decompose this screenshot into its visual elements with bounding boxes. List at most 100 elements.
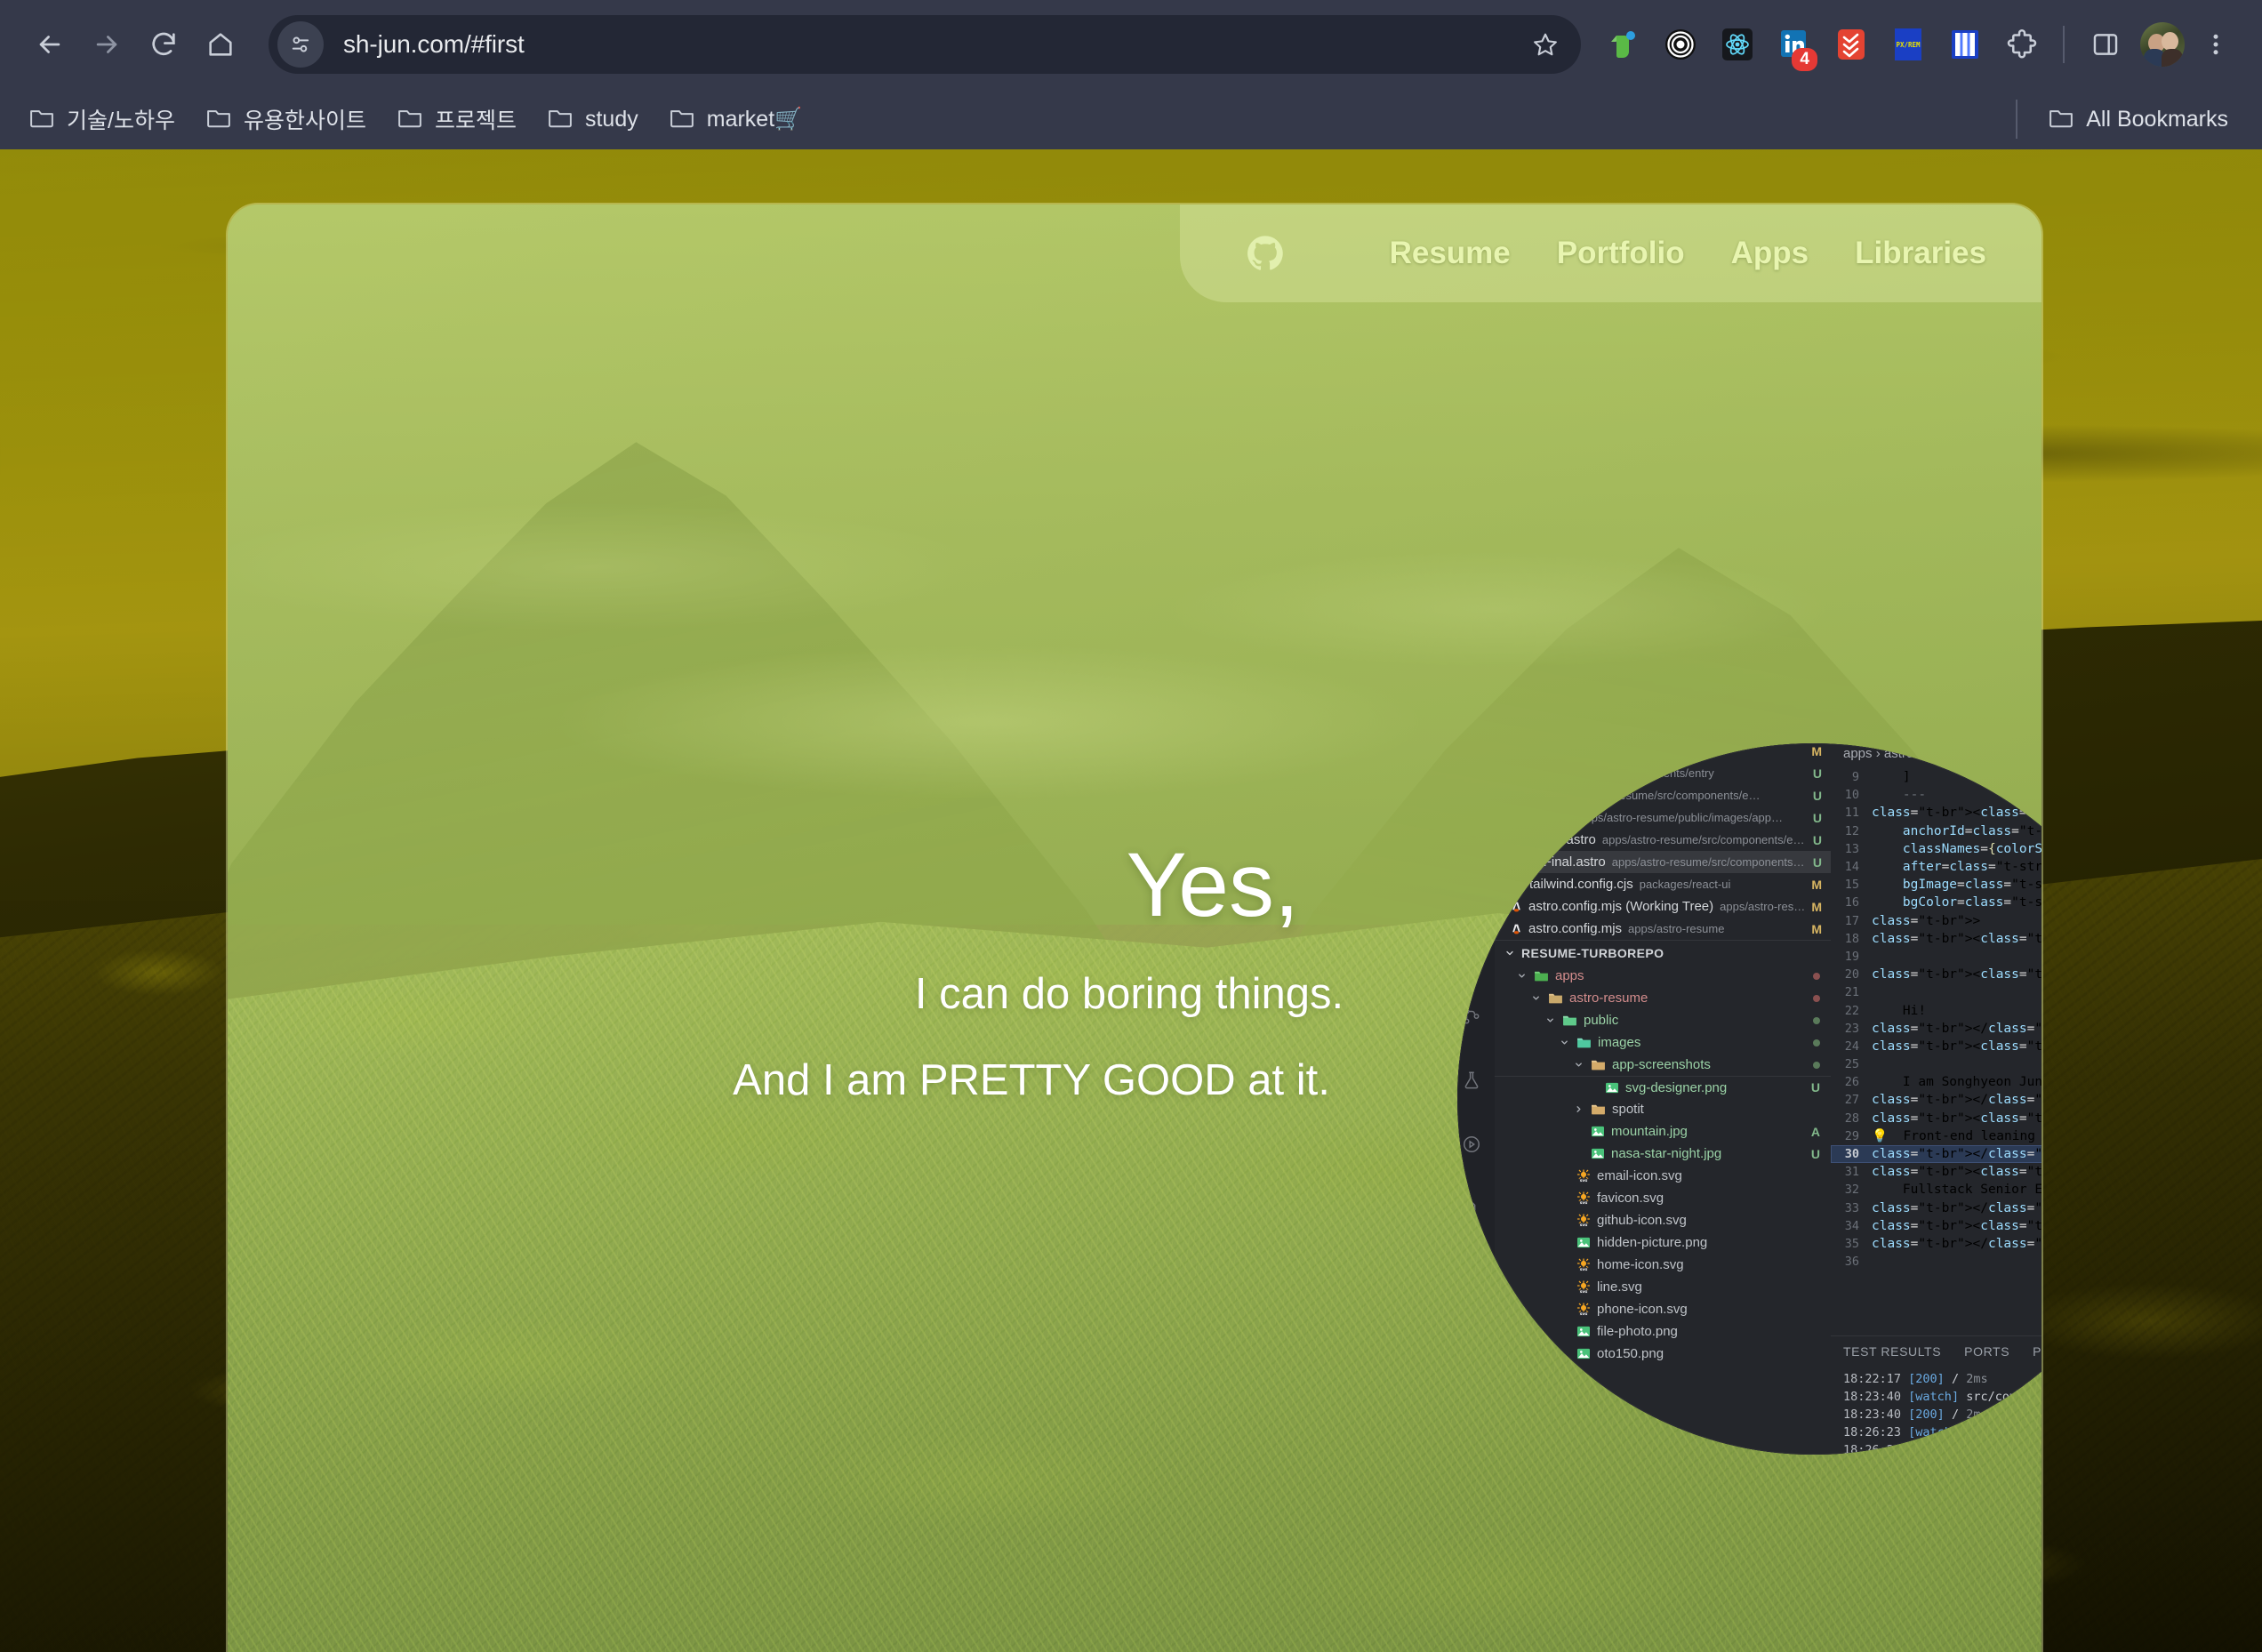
bookmark-item[interactable]: study [534, 100, 651, 140]
vscode-scm-row[interactable]: astro.config.mjs apps/astro-resume M [1495, 918, 1831, 940]
vscode-line-text: class="t-br"></class="t-tag">spanclass="… [1872, 1147, 2041, 1162]
vscode-panel-tab[interactable]: TEST RESULTS [1843, 1344, 1941, 1359]
svg-file-icon: SVG [1576, 1279, 1591, 1295]
vscode-tree-row[interactable]: SVG home-icon.svg [1495, 1254, 1831, 1276]
chevron-down-icon[interactable] [1573, 1060, 1584, 1070]
browser-chrome: sh-jun.com/#first 4 PX/REM 기술/노하우 유용한사이트… [0, 0, 2262, 149]
vscode-tree-status-badge: U [1810, 1146, 1820, 1161]
forward-arrow-icon[interactable] [78, 16, 135, 73]
all-bookmarks-button[interactable]: All Bookmarks [2035, 100, 2241, 140]
vscode-terminal-output: 18:22:17 [200] / 2ms 18:23:40 [watch] src… [1831, 1367, 2041, 1455]
home-icon[interactable] [192, 16, 249, 73]
address-bar[interactable]: sh-jun.com/#first [269, 15, 1581, 74]
reload-icon[interactable] [135, 16, 192, 73]
vscode-code-area[interactable]: 9 ]10 ---11class="t-br"><class="t-tag">C… [1831, 766, 2041, 1335]
vscode-code-line: 32 Fullstack Senior Engineer [1831, 1181, 2041, 1199]
vscode-tree-row[interactable]: SVG line.svg [1495, 1276, 1831, 1298]
side-panel-icon[interactable] [2077, 16, 2134, 73]
folder-icon [1534, 969, 1549, 982]
vscode-scm-status-badge: U [1812, 854, 1822, 870]
vscode-scm-row[interactable]: ps/astro-resume/src/components/entry U [1495, 762, 1831, 784]
vscode-tree-row[interactable]: app-screenshots [1495, 1054, 1831, 1076]
vscode-tree-row[interactable]: SVG favicon.svg [1495, 1187, 1831, 1209]
vscode-tree-label: email-icon.svg [1597, 1168, 1682, 1183]
px-rem-extension-icon[interactable]: PX/REM [1880, 16, 1937, 73]
vscode-tree-row[interactable]: SVG email-icon.svg [1495, 1165, 1831, 1187]
chevron-right-icon[interactable] [1573, 1104, 1584, 1114]
vscode-line-text: class="t-br"><class="t-tag">Nav slot=cla… [1872, 931, 2041, 946]
vscode-tree-row[interactable]: spotit [1495, 1098, 1831, 1120]
vscode-repo-header[interactable]: RESUME-TURBOREPO [1495, 940, 1831, 965]
vscode-panel-tab[interactable]: PORTS [1964, 1344, 2009, 1359]
site-settings-icon[interactable] [277, 21, 324, 68]
url-text[interactable]: sh-jun.com/#first [343, 30, 1522, 59]
vscode-tree-row[interactable]: mountain.jpg A [1495, 1120, 1831, 1143]
vscode-panel-tab[interactable]: PROBLEMS2 [2033, 1343, 2041, 1360]
back-arrow-icon[interactable] [21, 16, 78, 73]
vscode-tree-row[interactable]: SVG github-icon.svg [1495, 1209, 1831, 1231]
bookmark-item[interactable]: 기술/노하우 [16, 97, 188, 141]
vscode-tree-row[interactable]: SVG phone-icon.svg [1495, 1298, 1831, 1320]
vscode-line-number: 31 [1844, 1165, 1859, 1180]
puzzle-extensions-icon[interactable] [1993, 16, 2050, 73]
three-dot-menu-icon[interactable] [2191, 16, 2241, 73]
vscode-scm-file-name: tailwind.config.cjs [1529, 877, 1633, 892]
svg-text:SVG: SVG [1580, 1312, 1588, 1316]
vscode-code-line: 25 [1831, 1055, 2041, 1073]
vscode-code-line: 23 class="t-br"></class="t-tag">spanclass… [1831, 1020, 2041, 1038]
vscode-tree-row[interactable]: svg-designer.png U [1495, 1076, 1831, 1098]
vscode-line-number: 30 [1844, 1147, 1859, 1162]
chevron-down-icon[interactable] [1544, 1015, 1556, 1025]
vscode-tree-row[interactable]: hidden-picture.png [1495, 1231, 1831, 1254]
vscode-scm-row[interactable]: astro.config.mjs (Working Tree) apps/astr… [1495, 895, 1831, 918]
vscode-tree-row[interactable]: oto150.png [1495, 1343, 1831, 1365]
github-icon[interactable] [1246, 234, 1285, 273]
react-devtools-extension-icon[interactable] [1709, 16, 1766, 73]
nav-link-libraries[interactable]: Libraries [1855, 236, 1986, 271]
vscode-panel-tab-label: PORTS [1964, 1344, 2010, 1359]
linkedin-extension-icon[interactable]: 4 [1766, 16, 1823, 73]
bookmark-label: market🛒 [706, 106, 803, 132]
bookmark-label: 유용한사이트 [243, 108, 366, 133]
chevron-down-icon[interactable] [1530, 993, 1542, 1003]
vscode-scm-row[interactable]: dexThird.astro apps/astro-resume/src/comp… [1495, 829, 1831, 851]
vscode-tree-row[interactable]: public [1495, 1009, 1831, 1031]
bookmark-item[interactable]: 프로젝트 [384, 97, 529, 141]
blue-columns-extension-icon[interactable] [1937, 16, 1993, 73]
vscode-line-text: class="t-br"><class="t-tag">spanclass="t… [1872, 1039, 2041, 1054]
chevron-down-icon[interactable] [1516, 971, 1528, 981]
todoist-extension-icon[interactable] [1823, 16, 1880, 73]
vscode-scm-row[interactable]: me/src/pages M [1495, 743, 1831, 762]
vscode-tree-status-dot [1813, 994, 1820, 1002]
vscode-tree-row[interactable]: nasa-star-night.jpg U [1495, 1143, 1831, 1165]
vscode-scm-row[interactable]: signer.png apps/astro-resume/public/image… [1495, 806, 1831, 829]
evernote-extension-icon[interactable] [1595, 16, 1652, 73]
vscode-scm-row[interactable]: a.astro apps/astro-resume/src/components/… [1495, 784, 1831, 806]
vscode-breadcrumb[interactable]: apps › astro-resume › src › co [1831, 743, 2041, 766]
nav-link-apps[interactable]: Apps [1731, 236, 1809, 271]
svg-text:PX/REM: PX/REM [1896, 41, 1921, 49]
bookmark-item[interactable]: 유용한사이트 [193, 97, 379, 141]
run-debug-icon[interactable] [1462, 1135, 1481, 1158]
vscode-scm-row[interactable]: tailwind.config.cjs packages/react-ui M [1495, 873, 1831, 895]
chevron-down-icon[interactable] [1559, 1038, 1570, 1047]
vscode-tree-row[interactable]: astro-resume [1495, 987, 1831, 1009]
profile-avatar[interactable] [2140, 22, 2185, 67]
remote-explorer-icon[interactable] [1462, 1199, 1481, 1222]
vscode-line-number: 26 [1844, 1075, 1859, 1090]
vscode-line-number: 10 [1844, 788, 1859, 803]
vscode-code-line: 28 class="t-br"><class="t-tag">spanclass=… [1831, 1110, 2041, 1127]
source-control-icon[interactable] [1462, 1006, 1481, 1030]
bookmark-label: 기술/노하우 [67, 108, 175, 133]
nav-link-portfolio[interactable]: Portfolio [1557, 236, 1685, 271]
target-extension-icon[interactable] [1652, 16, 1709, 73]
star-icon[interactable] [1522, 21, 1568, 68]
vscode-tree-row[interactable]: apps [1495, 965, 1831, 987]
vscode-tree-row[interactable]: file-photo.png [1495, 1320, 1831, 1343]
testing-flask-icon[interactable] [1462, 1071, 1481, 1094]
vscode-scm-row[interactable]: IndexFinal.astro apps/astro-resume/src/co… [1495, 851, 1831, 873]
bookmark-item[interactable]: market🛒 [656, 100, 815, 140]
nav-link-resume[interactable]: Resume [1390, 236, 1511, 271]
vscode-tree-row[interactable]: images [1495, 1031, 1831, 1054]
vscode-sidebar: me/src/pages Mps/astro-resume/src/compone… [1495, 743, 1831, 1455]
